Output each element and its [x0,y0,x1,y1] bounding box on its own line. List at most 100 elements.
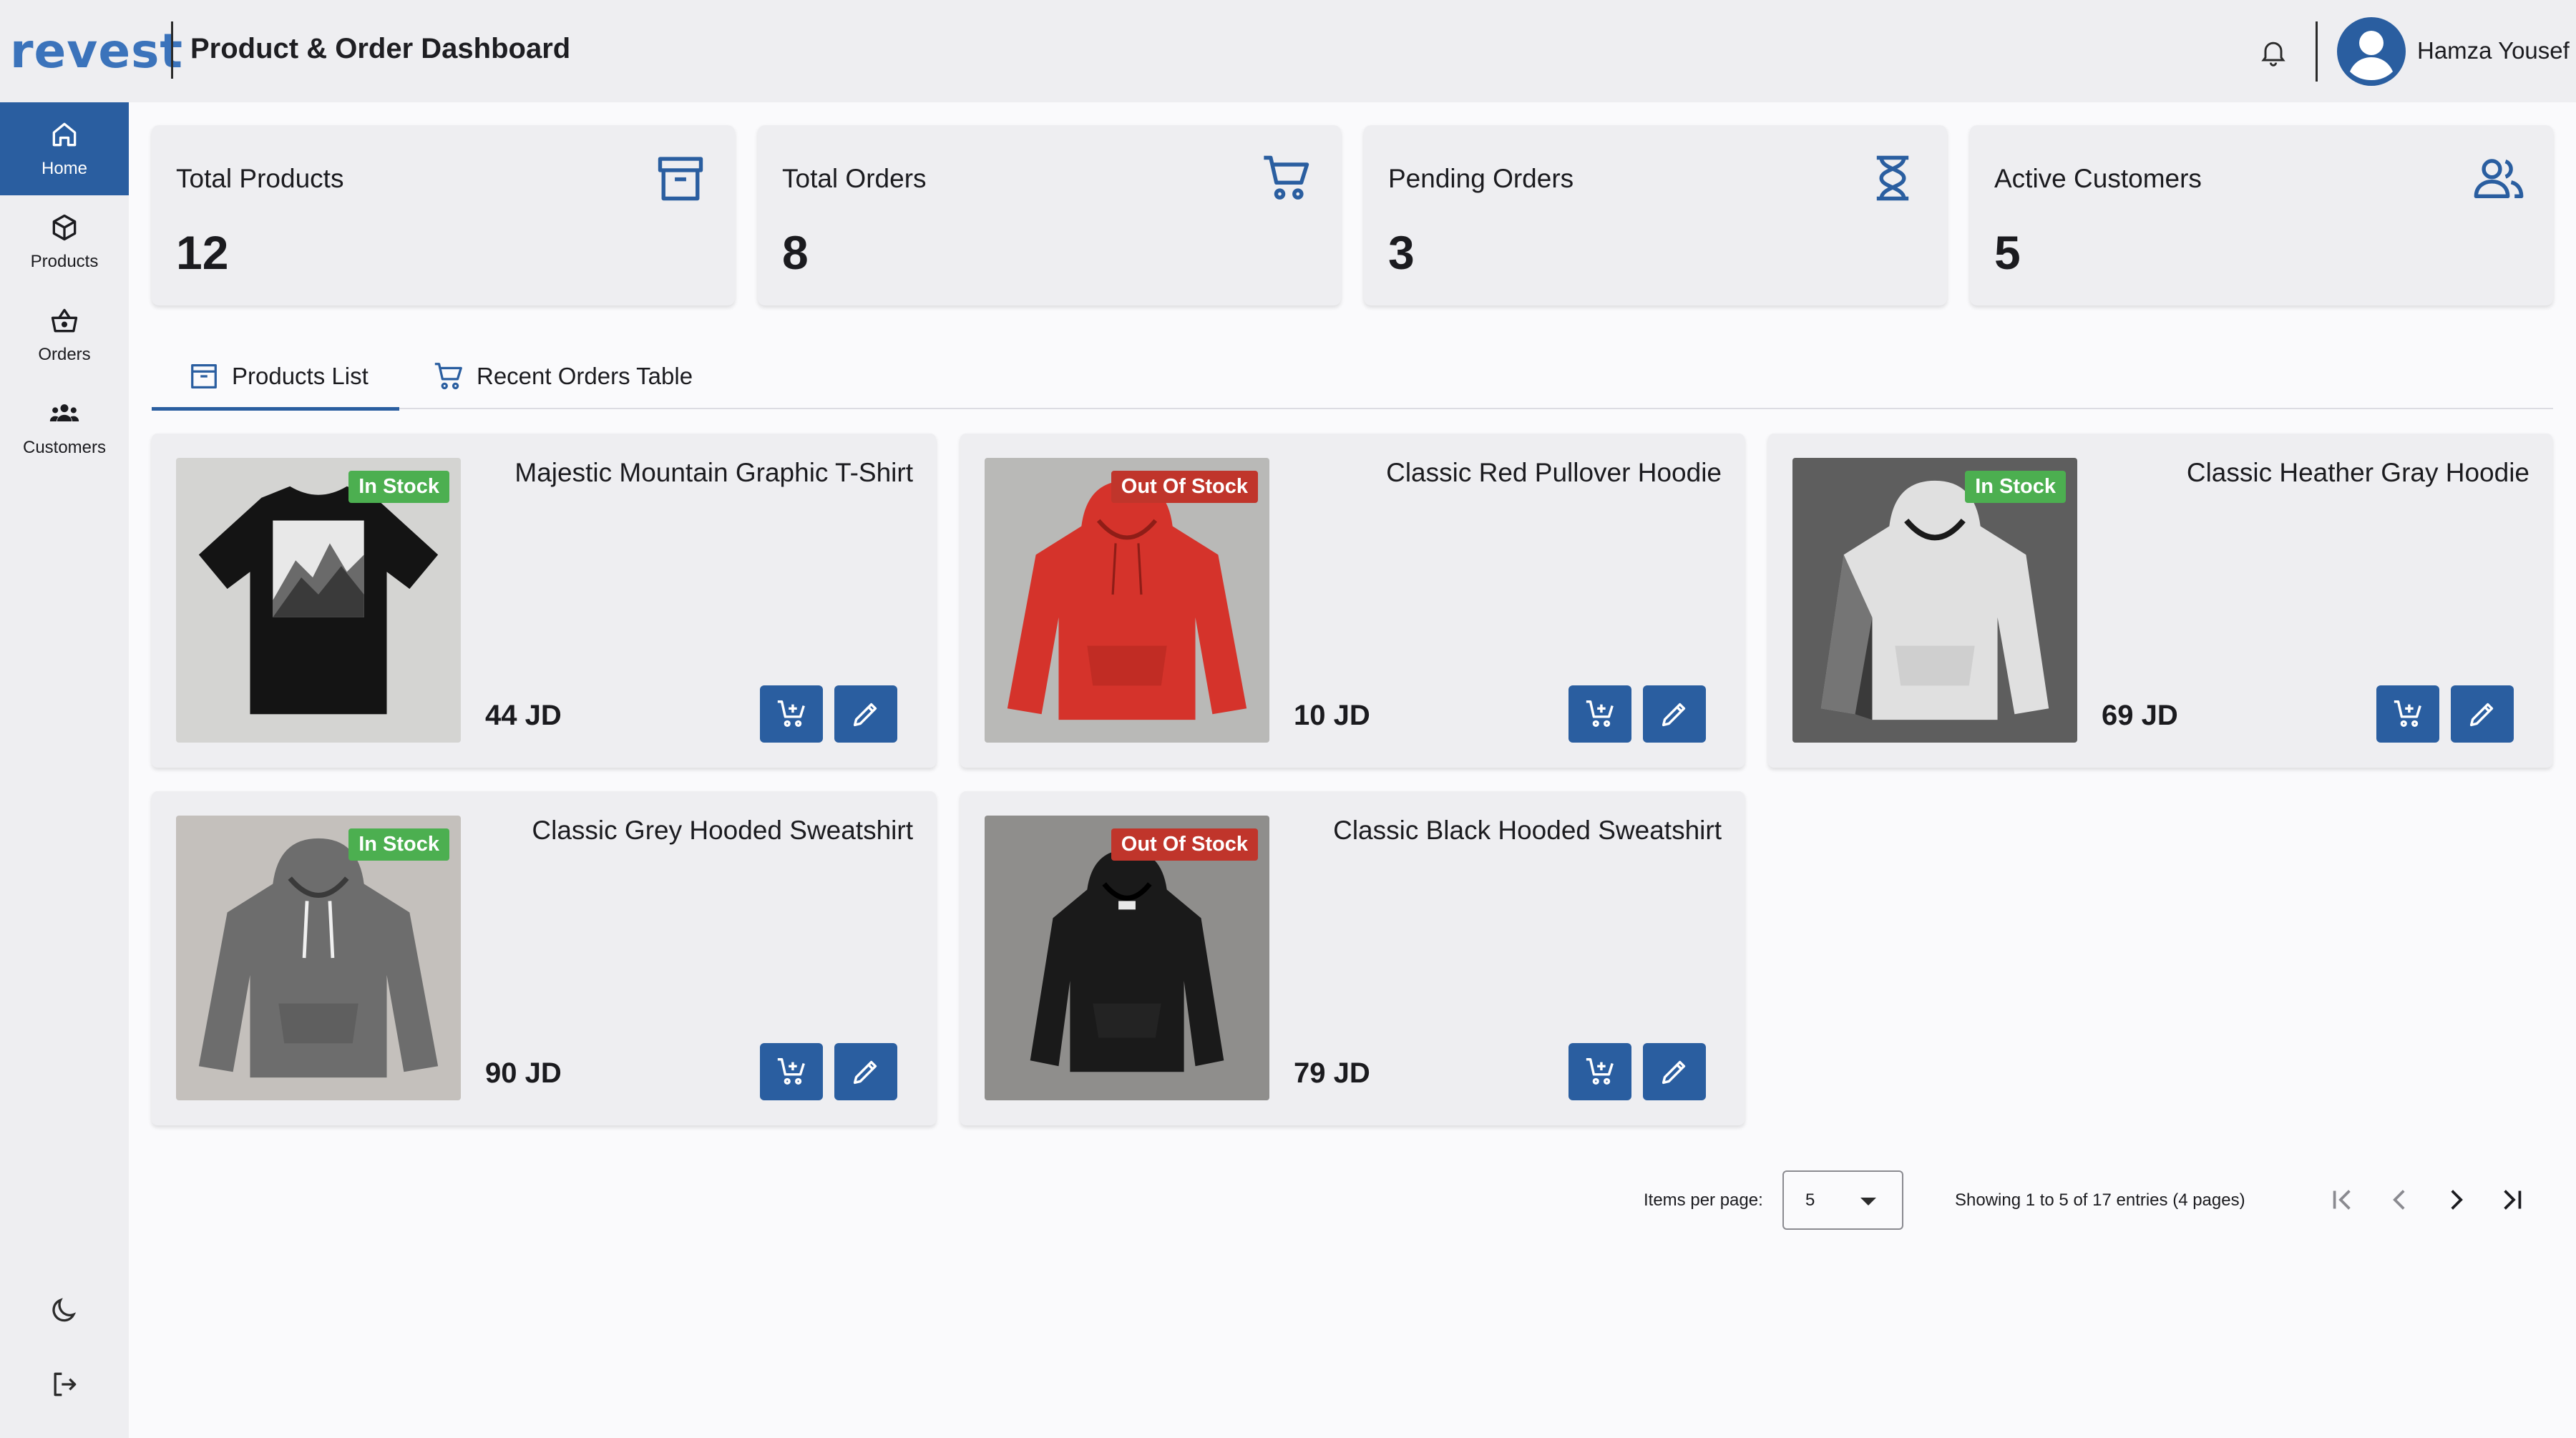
user-name[interactable]: Hamza Yousef [2417,37,2570,64]
next-page-icon[interactable] [2439,1182,2474,1218]
stat-label: Pending Orders [1388,164,1574,193]
logo-text: revest [10,24,183,79]
product-image: In Stock [176,816,461,1100]
edit-button[interactable] [834,685,897,743]
sidebar-item-products[interactable]: Products [0,195,129,288]
stock-badge: In Stock [348,828,449,861]
add-cart-icon [1586,700,1614,728]
pencil-icon [853,703,877,727]
users-icon [2474,159,2524,199]
pencil-icon [2469,703,2494,727]
product-image: Out Of Stock [985,816,1269,1100]
stat-value: 8 [782,226,809,279]
items-per-page-value: 5 [1805,1190,1815,1210]
add-to-cart-button[interactable] [760,1043,823,1100]
basket-icon [51,308,78,333]
stat-value: 5 [1994,226,2021,279]
product-price: 44 JD [485,700,562,731]
product-name: Classic Red Pullover Hoodie [1386,458,1722,487]
stock-badge: In Stock [348,471,449,503]
stock-badge: In Stock [1965,471,2066,503]
pencil-icon [853,1060,877,1085]
cube-icon [52,214,77,241]
stat-value: 12 [176,226,229,279]
product-card[interactable]: In Stock Majestic Mountain Graphic T-Shi… [152,434,936,768]
sidebar-item-label: Products [30,252,99,271]
stat-label: Active Customers [1994,164,2202,193]
items-per-page-label: Items per page: [1644,1190,1763,1210]
prev-page-icon[interactable] [2381,1182,2417,1218]
pagination-info: Showing 1 to 5 of 17 entries (4 pages) [1955,1190,2245,1210]
stat-card-total-products: Total Products 12 [152,125,735,305]
stat-value: 3 [1388,226,1415,279]
sidebar: Home Products Orders Customers [0,102,129,1438]
avatar[interactable] [2337,17,2406,86]
add-cart-icon [2394,700,2421,728]
stock-badge: Out Of Stock [1111,471,1258,503]
product-image: In Stock [1792,458,2077,743]
home-icon [52,122,77,147]
logo[interactable]: revest [10,26,183,77]
tab-recent-orders[interactable]: Recent Orders Table [432,343,733,409]
sidebar-item-home[interactable]: Home [0,102,129,195]
stat-label: Total Orders [782,164,927,193]
first-page-icon[interactable] [2324,1182,2360,1218]
edit-button[interactable] [1643,685,1706,743]
product-card[interactable]: Out Of Stock Classic Red Pullover Hoodie… [960,434,1745,768]
sidebar-item-label: Home [41,159,88,178]
stat-label: Total Products [176,164,344,193]
sidebar-item-label: Customers [22,438,107,457]
product-card[interactable]: In Stock Classic Grey Hooded Sweatshirt … [152,791,936,1125]
cart-icon [1264,155,1309,200]
stat-card-pending-orders: Pending Orders 3 [1364,125,1947,305]
tab-products-list[interactable]: Products List [152,343,399,411]
edit-button[interactable] [2451,685,2514,743]
caret-down-icon [1860,1198,1876,1205]
add-to-cart-button[interactable] [760,685,823,743]
moon-icon[interactable] [49,1294,80,1326]
product-image: Out Of Stock [985,458,1269,743]
add-to-cart-button[interactable] [2376,685,2439,743]
product-price: 79 JD [1294,1057,1370,1089]
product-card[interactable]: Out Of Stock Classic Black Hooded Sweats… [960,791,1745,1125]
product-price: 69 JD [2102,700,2178,731]
logout-icon[interactable] [49,1369,80,1400]
tab-label: Products List [232,363,369,389]
top-bar: revest Product & Order Dashboard Hamza Y… [0,0,2576,102]
cart-icon [434,363,462,390]
product-price: 90 JD [485,1057,562,1089]
last-page-icon[interactable] [2494,1182,2530,1218]
items-per-page-select[interactable]: 5 [1782,1170,1903,1230]
product-name: Majestic Mountain Graphic T-Shirt [514,458,913,487]
product-name: Classic Grey Hooded Sweatshirt [532,816,913,845]
bell-icon[interactable] [2258,36,2289,69]
page-title: Product & Order Dashboard [190,33,571,64]
edit-button[interactable] [1643,1043,1706,1100]
add-to-cart-button[interactable] [1568,685,1631,743]
product-name: Classic Heather Gray Hoodie [2186,458,2529,487]
sidebar-item-label: Orders [38,345,91,364]
header-divider [171,21,173,79]
product-card[interactable]: In Stock Classic Heather Gray Hoodie 69 … [1768,434,2552,768]
product-name: Classic Black Hooded Sweatshirt [1333,816,1722,845]
archive-box-icon [658,157,703,201]
product-image: In Stock [176,458,461,743]
edit-button[interactable] [834,1043,897,1100]
tab-bar: Products List Recent Orders Table [152,343,2553,411]
add-cart-icon [777,1058,805,1085]
stock-badge: Out Of Stock [1111,828,1258,861]
sidebar-item-orders[interactable]: Orders [0,288,129,381]
stat-card-active-customers: Active Customers 5 [1970,125,2553,305]
add-cart-icon [1586,1058,1614,1085]
pencil-icon [1662,703,1686,727]
add-to-cart-button[interactable] [1568,1043,1631,1100]
people-icon [49,404,79,421]
hourglass-icon [1876,155,1909,201]
user-divider [2316,21,2318,82]
add-cart-icon [777,700,805,728]
sidebar-item-customers[interactable]: Customers [0,381,129,474]
archive-box-icon [191,364,217,388]
stat-card-total-orders: Total Orders 8 [758,125,1341,305]
product-price: 10 JD [1294,700,1370,731]
pencil-icon [1662,1060,1686,1085]
